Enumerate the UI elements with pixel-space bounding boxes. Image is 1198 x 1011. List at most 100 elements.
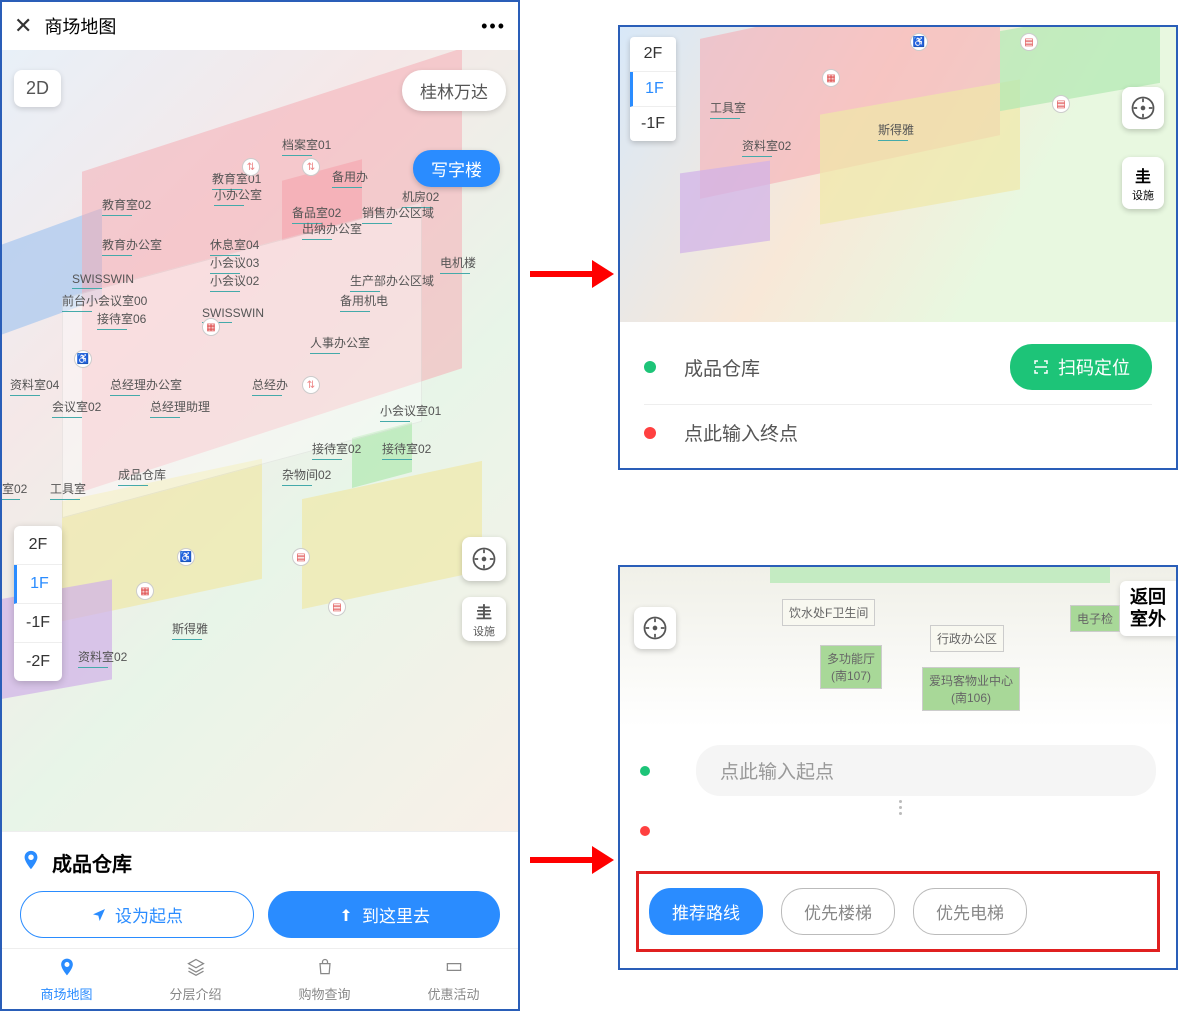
compass-button[interactable] (634, 607, 676, 649)
poi-label[interactable]: 休息室04 (210, 236, 259, 256)
poi-label[interactable]: 教育室02 (102, 196, 151, 216)
end-input-row (640, 815, 1156, 847)
room-label[interactable]: 爱玛客物业中心 (南106) (922, 667, 1020, 711)
escalator-icon[interactable]: ⇅ (302, 376, 320, 394)
tab-promo[interactable]: 优惠活动 (389, 949, 518, 1009)
poi-label[interactable]: 销售办公区域 (362, 204, 434, 224)
map-canvas-route[interactable]: 2F 1F -1F ♿ ▤ ▦ ▤ 工具室 资料室02 斯得雅 圭 设施 (620, 27, 1176, 322)
scan-locate-button[interactable]: 扫码定位 (1010, 344, 1152, 390)
elevator-icon[interactable]: ▦ (136, 582, 154, 600)
stairs-icon[interactable]: ▤ (292, 548, 310, 566)
poi-label[interactable]: 总经理办公室 (110, 376, 182, 396)
flow-arrow-2 (530, 846, 614, 874)
poi-label[interactable]: 资料室02 (78, 648, 127, 668)
map-canvas-2d[interactable]: 返回 室外 饮水处F卫生间 多功能厅 (南107) 行政办公区 爱玛客物业中心 … (620, 567, 1176, 727)
poi-label[interactable]: 成品仓库 (118, 466, 166, 486)
floor-item-2f[interactable]: 2F (630, 37, 676, 72)
poi-label[interactable]: 出纳办公室 (302, 220, 362, 240)
poi-label[interactable]: 电机楼 (440, 254, 476, 274)
poi-label[interactable]: 备用机电 (340, 292, 388, 312)
poi-label[interactable]: 小办公室 (214, 186, 262, 206)
escalator-icon[interactable]: ⇅ (302, 158, 320, 176)
stairs-icon[interactable]: ▤ (328, 598, 346, 616)
tab-shopping[interactable]: 购物查询 (260, 949, 389, 1009)
header-bar: ✕ 商场地图 ••• (2, 2, 518, 50)
poi-label[interactable]: 斯得雅 (172, 620, 208, 640)
toggle-2d-button[interactable]: 2D (14, 70, 61, 107)
restroom-icon[interactable]: ♿ (910, 33, 928, 51)
poi-label[interactable]: 小会议03 (210, 254, 259, 274)
option-elevator[interactable]: 优先电梯 (913, 888, 1027, 935)
poi-label[interactable]: 总经办 (252, 376, 288, 396)
end-point-row[interactable]: 点此输入终点 (620, 405, 1176, 460)
restroom-icon[interactable]: ♿ (74, 350, 92, 368)
poi-label[interactable]: 接待室02 (382, 440, 431, 460)
option-stairs[interactable]: 优先楼梯 (781, 888, 895, 935)
poi-label[interactable]: 前台小会议室00 (62, 292, 147, 312)
elevator-icon[interactable]: ▦ (822, 69, 840, 87)
tab-map[interactable]: 商场地图 (2, 949, 131, 1009)
compass-icon (470, 545, 498, 573)
poi-label[interactable]: 总经理助理 (150, 398, 210, 418)
poi-label[interactable]: 备用办 (332, 168, 368, 188)
location-name-chip[interactable]: 桂林万达 (402, 70, 506, 111)
floor-item-b1[interactable]: -1F (630, 107, 676, 141)
poi-label[interactable]: 档案室01 (282, 136, 331, 156)
building-chip[interactable]: 写字楼 (413, 150, 500, 187)
tab-floors[interactable]: 分层介绍 (131, 949, 260, 1009)
floor-item-2f[interactable]: 2F (14, 526, 62, 565)
tab-label: 商场地图 (40, 984, 92, 1003)
room-label[interactable]: 电子检 (1070, 605, 1120, 632)
poi-label[interactable]: 生产部办公区域 (350, 272, 434, 292)
facility-button[interactable]: 圭 设施 (1122, 157, 1164, 209)
set-start-button[interactable]: 设为起点 (20, 891, 254, 938)
poi-label[interactable]: 工具室 (50, 480, 86, 500)
close-icon[interactable]: ✕ (14, 13, 32, 39)
facility-icon: 圭 (1135, 163, 1151, 187)
tab-label: 优惠活动 (427, 984, 479, 1003)
poi-label[interactable]: 人事办公室 (310, 334, 370, 354)
room-label[interactable]: 多功能厅 (南107) (820, 645, 882, 689)
start-point-row[interactable]: 成品仓库 扫码定位 (620, 330, 1176, 404)
start-input[interactable]: 点此输入起点 (696, 745, 1156, 796)
poi-label[interactable]: 斯得雅 (878, 121, 914, 141)
poi-label[interactable]: SWISSWIN (72, 272, 134, 289)
poi-label[interactable]: 接待室06 (97, 310, 146, 330)
poi-label[interactable]: 务室02 (2, 480, 27, 500)
end-dot-icon (640, 826, 650, 836)
stairs-icon[interactable]: ▤ (1052, 95, 1070, 113)
map-canvas[interactable]: 2D 桂林万达 写字楼 档案室01 备用办 教育室01 小办公室 机房02 教育… (2, 50, 518, 831)
floor-item-b2[interactable]: -2F (14, 643, 62, 681)
restroom-icon[interactable]: ♿ (177, 548, 195, 566)
facility-button[interactable]: 圭 设施 (462, 597, 506, 641)
arrow-up-icon (338, 907, 354, 923)
poi-label[interactable]: 接待室02 (312, 440, 361, 460)
escalator-icon[interactable]: ⇅ (242, 158, 260, 176)
option-recommended[interactable]: 推荐路线 (649, 888, 763, 935)
poi-label[interactable]: 小会议室01 (380, 402, 441, 422)
poi-label[interactable]: 杂物间02 (282, 466, 331, 486)
poi-label[interactable]: 会议室02 (52, 398, 101, 418)
elevator-icon[interactable]: ▦ (202, 318, 220, 336)
compass-icon (1129, 94, 1157, 122)
floor-item-b1[interactable]: -1F (14, 604, 62, 643)
compass-button[interactable] (1122, 87, 1164, 129)
poi-label[interactable]: 教育办公室 (102, 236, 162, 256)
poi-label[interactable]: 资料室04 (10, 376, 59, 396)
room-label[interactable]: 行政办公区 (930, 625, 1004, 652)
poi-label[interactable]: 小会议02 (210, 272, 259, 292)
facility-icon: 圭 (476, 599, 492, 623)
bag-icon (315, 957, 335, 982)
sheet-buttons: 设为起点 到这里去 (20, 891, 500, 938)
pin-icon (20, 849, 42, 877)
stairs-icon[interactable]: ▤ (1020, 33, 1038, 51)
poi-label[interactable]: 工具室 (710, 99, 746, 119)
go-here-button[interactable]: 到这里去 (268, 891, 500, 938)
compass-button[interactable] (462, 537, 506, 581)
back-outdoor-button[interactable]: 返回 室外 (1120, 581, 1176, 636)
poi-label[interactable]: 资料室02 (742, 137, 791, 157)
room-label[interactable]: 饮水处F卫生间 (782, 599, 875, 626)
floor-item-1f[interactable]: 1F (630, 72, 676, 107)
more-icon[interactable]: ••• (481, 16, 506, 37)
floor-item-1f[interactable]: 1F (14, 565, 62, 604)
